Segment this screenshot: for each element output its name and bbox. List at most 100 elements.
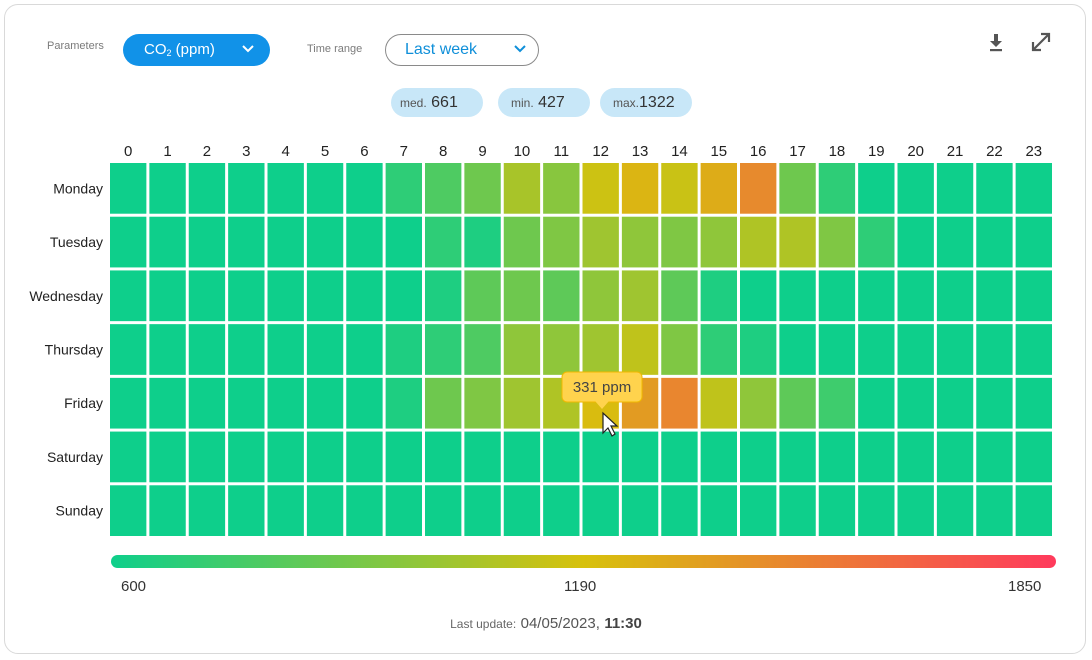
heatmap-cell[interactable]	[936, 377, 974, 429]
heatmap-cell[interactable]	[464, 377, 501, 429]
heatmap-cell[interactable]	[228, 431, 265, 483]
heatmap-cell[interactable]	[700, 431, 737, 483]
heatmap-cell[interactable]	[149, 324, 186, 375]
heatmap-cell[interactable]	[228, 270, 265, 322]
heatmap-cell[interactable]	[267, 377, 304, 429]
heatmap-cell[interactable]	[503, 270, 541, 322]
heatmap-cell[interactable]	[700, 377, 737, 429]
heatmap-cell[interactable]	[385, 270, 422, 322]
heatmap-cell[interactable]	[385, 216, 422, 268]
heatmap-cell[interactable]	[149, 270, 186, 322]
heatmap-cell[interactable]	[936, 163, 974, 214]
heatmap-cell[interactable]	[976, 270, 1013, 322]
heatmap-cell[interactable]	[661, 485, 698, 536]
heatmap-cell[interactable]	[385, 431, 422, 483]
heatmap-cell[interactable]	[621, 485, 659, 536]
heatmap-cell[interactable]	[700, 270, 737, 322]
heatmap-cell[interactable]	[779, 485, 816, 536]
heatmap-cell[interactable]	[976, 324, 1013, 375]
heatmap-cell[interactable]	[188, 485, 226, 536]
heatmap-cell[interactable]	[503, 485, 541, 536]
heatmap-cell[interactable]	[188, 270, 226, 322]
heatmap-cell[interactable]	[464, 431, 501, 483]
heatmap-cell[interactable]	[110, 377, 147, 429]
heatmap-cell[interactable]	[582, 431, 619, 483]
heatmap-cell[interactable]	[897, 163, 934, 214]
heatmap-cell[interactable]	[936, 270, 974, 322]
heatmap-cell[interactable]	[543, 324, 580, 375]
heatmap-cell[interactable]	[385, 377, 422, 429]
heatmap-cell[interactable]	[110, 431, 147, 483]
heatmap-cell[interactable]	[1015, 324, 1052, 375]
heatmap-cell[interactable]	[976, 431, 1013, 483]
heatmap-cell[interactable]	[346, 270, 383, 322]
heatmap-cell[interactable]	[543, 270, 580, 322]
heatmap-cell[interactable]	[306, 431, 344, 483]
heatmap-cell[interactable]	[779, 163, 816, 214]
heatmap-cell[interactable]	[306, 324, 344, 375]
heatmap-cell[interactable]	[858, 163, 895, 214]
heatmap-cell[interactable]	[267, 270, 304, 322]
heatmap-cell[interactable]	[936, 485, 974, 536]
heatmap-cell[interactable]	[425, 377, 462, 429]
heatmap-cell[interactable]	[543, 431, 580, 483]
heatmap-cell[interactable]	[661, 431, 698, 483]
heatmap-cell[interactable]	[740, 431, 777, 483]
heatmap-cell[interactable]	[110, 324, 147, 375]
heatmap-cell[interactable]	[543, 216, 580, 268]
heatmap-cell[interactable]	[976, 377, 1013, 429]
heatmap-cell[interactable]	[503, 163, 541, 214]
heatmap-cell[interactable]	[306, 270, 344, 322]
heatmap-cell[interactable]	[582, 163, 619, 214]
heatmap-cell[interactable]	[425, 270, 462, 322]
heatmap-cell[interactable]	[464, 216, 501, 268]
heatmap-cell[interactable]	[582, 216, 619, 268]
heatmap-cell[interactable]	[779, 216, 816, 268]
heatmap-cell[interactable]	[858, 377, 895, 429]
heatmap-cell[interactable]	[306, 485, 344, 536]
heatmap-cell[interactable]	[149, 431, 186, 483]
heatmap-cell[interactable]	[503, 216, 541, 268]
heatmap-cell[interactable]	[779, 431, 816, 483]
heatmap-cell[interactable]	[228, 163, 265, 214]
heatmap-cell[interactable]	[464, 485, 501, 536]
heatmap-cell[interactable]	[188, 216, 226, 268]
heatmap-cell[interactable]	[503, 324, 541, 375]
heatmap-cell[interactable]	[740, 216, 777, 268]
heatmap-cell[interactable]	[661, 163, 698, 214]
heatmap-cell[interactable]	[621, 216, 659, 268]
heatmap-cell[interactable]	[897, 270, 934, 322]
heatmap-cell[interactable]	[425, 163, 462, 214]
heatmap-cell[interactable]	[700, 485, 737, 536]
heatmap-cell[interactable]	[858, 324, 895, 375]
heatmap-cell[interactable]	[149, 163, 186, 214]
heatmap-cell[interactable]	[188, 163, 226, 214]
heatmap-cell[interactable]	[503, 377, 541, 429]
heatmap-cell[interactable]	[818, 377, 856, 429]
heatmap-cell[interactable]	[346, 485, 383, 536]
heatmap-cell[interactable]	[188, 377, 226, 429]
heatmap-cell[interactable]	[385, 324, 422, 375]
heatmap-cell[interactable]	[306, 216, 344, 268]
heatmap-cell[interactable]	[818, 431, 856, 483]
heatmap-cell[interactable]	[740, 485, 777, 536]
heatmap-cell[interactable]	[425, 324, 462, 375]
heatmap-cell[interactable]	[936, 216, 974, 268]
heatmap-cell[interactable]	[188, 431, 226, 483]
heatmap-cell[interactable]	[267, 216, 304, 268]
heatmap-cell[interactable]	[858, 485, 895, 536]
heatmap-cell[interactable]	[110, 270, 147, 322]
heatmap-cell[interactable]	[818, 324, 856, 375]
heatmap-cell[interactable]	[385, 485, 422, 536]
heatmap-cell[interactable]	[740, 377, 777, 429]
heatmap-cell[interactable]	[582, 270, 619, 322]
heatmap-cell[interactable]	[936, 324, 974, 375]
heatmap-cell[interactable]	[779, 377, 816, 429]
heatmap-cell[interactable]	[976, 485, 1013, 536]
heatmap-cell[interactable]	[936, 431, 974, 483]
heatmap-cell[interactable]	[621, 431, 659, 483]
heatmap-cell[interactable]	[425, 216, 462, 268]
heatmap-cell[interactable]	[267, 485, 304, 536]
heatmap-cell[interactable]	[228, 324, 265, 375]
heatmap-cell[interactable]	[346, 216, 383, 268]
